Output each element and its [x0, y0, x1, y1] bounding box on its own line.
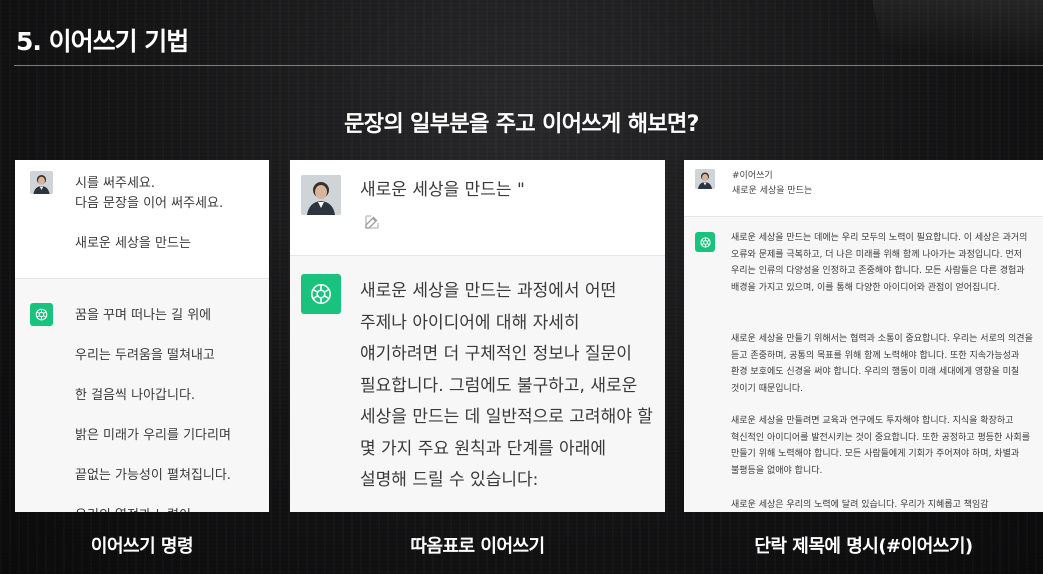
assistant-message: 새로운 세상을 만드는 데에는 우리 모두의 노력이 필요합니다. 이 세상은 … [684, 216, 1043, 512]
assistant-message: 꿈을 꾸며 떠나는 길 위에 우리는 두려움을 떨쳐내고 한 걸음씩 나아갑니다… [15, 278, 269, 512]
user-avatar [695, 169, 715, 189]
assistant-answer: 새로운 세상을 만드는 과정에서 어떤 주제나 아이디어에 대해 자세히 얘기하… [360, 281, 653, 490]
poem-line: 밝은 미래가 우리를 기다리며 [75, 428, 231, 443]
user-line: 다음 문장을 이어 써주세요. [75, 196, 224, 211]
user-subtitle: 새로운 세상을 만드는 [732, 186, 813, 196]
user-avatar [30, 171, 53, 194]
user-line: 시를 써주세요. [75, 176, 156, 191]
user-prompt: 새로운 세상을 만드는 " [360, 180, 525, 200]
answer-paragraph: 새로운 세상은 우리의 노력에 달려 있습니다. 우리가 지혜롭고 책임감 [731, 500, 989, 510]
user-heading: #이어쓰기 [732, 171, 773, 181]
poem-line: 한 걸음씩 나아갑니다. [75, 388, 196, 403]
chat-screenshot-continuation-command: 시를 써주세요. 다음 문장을 이어 써주세요. 새로운 세상을 만드는 꿈을 … [15, 160, 269, 512]
chat-screenshot-quote-continuation: 새로운 세상을 만드는 " 새로운 세상을 만드는 과정에서 어떤 주제나 아이… [290, 160, 665, 512]
user-message: 시를 써주세요. 다음 문장을 이어 써주세요. 새로운 세상을 만드는 [15, 160, 269, 278]
section-title: 5. 이어쓰기 기법 [16, 27, 189, 56]
caption-quote-continuation: 따옴표로 이어쓰기 [410, 536, 545, 557]
chatgpt-logo-icon [301, 274, 341, 314]
answer-paragraph: 새로운 세상을 만드는 데에는 우리 모두의 노력이 필요합니다. 이 세상은 … [731, 233, 1028, 293]
chat-screenshot-heading-continuation: #이어쓰기 새로운 세상을 만드는 새로운 세상을 만드는 데에는 우리 모두의… [684, 160, 1043, 512]
answer-paragraph: 새로운 세상을 만들려면 교육과 연구에도 투자해야 합니다. 지식을 확장하고… [731, 416, 1030, 476]
user-message: #이어쓰기 새로운 세상을 만드는 [684, 160, 1043, 216]
poem-line: 끝없는 가능성이 펼쳐집니다. [75, 468, 231, 483]
user-message: 새로운 세상을 만드는 " [290, 160, 665, 255]
poem-line: 우리는 두려움을 떨쳐내고 [75, 348, 215, 363]
title-divider [14, 65, 1043, 66]
user-avatar [301, 175, 341, 215]
caption-continuation-command: 이어쓰기 명령 [90, 536, 194, 557]
chatgpt-logo-icon [695, 232, 715, 252]
user-line: 새로운 세상을 만드는 [75, 236, 191, 251]
headline: 문장의 일부분을 주고 이어쓰게 해보면? [344, 112, 699, 137]
assistant-message: 새로운 세상을 만드는 과정에서 어떤 주제나 아이디어에 대해 자세히 얘기하… [290, 255, 665, 512]
answer-paragraph: 새로운 세상을 만들기 위해서는 협력과 소통이 중요합니다. 우리는 서로의 … [731, 334, 1033, 394]
chatgpt-logo-icon [30, 303, 53, 326]
edit-icon[interactable] [363, 213, 381, 231]
poem-line: 꿈을 꾸며 떠나는 길 위에 [75, 308, 212, 323]
caption-heading-continuation: 단락 제목에 명시(#이어쓰기) [754, 536, 973, 557]
poem-line: 우리의 열정과 노력이 [75, 504, 191, 512]
